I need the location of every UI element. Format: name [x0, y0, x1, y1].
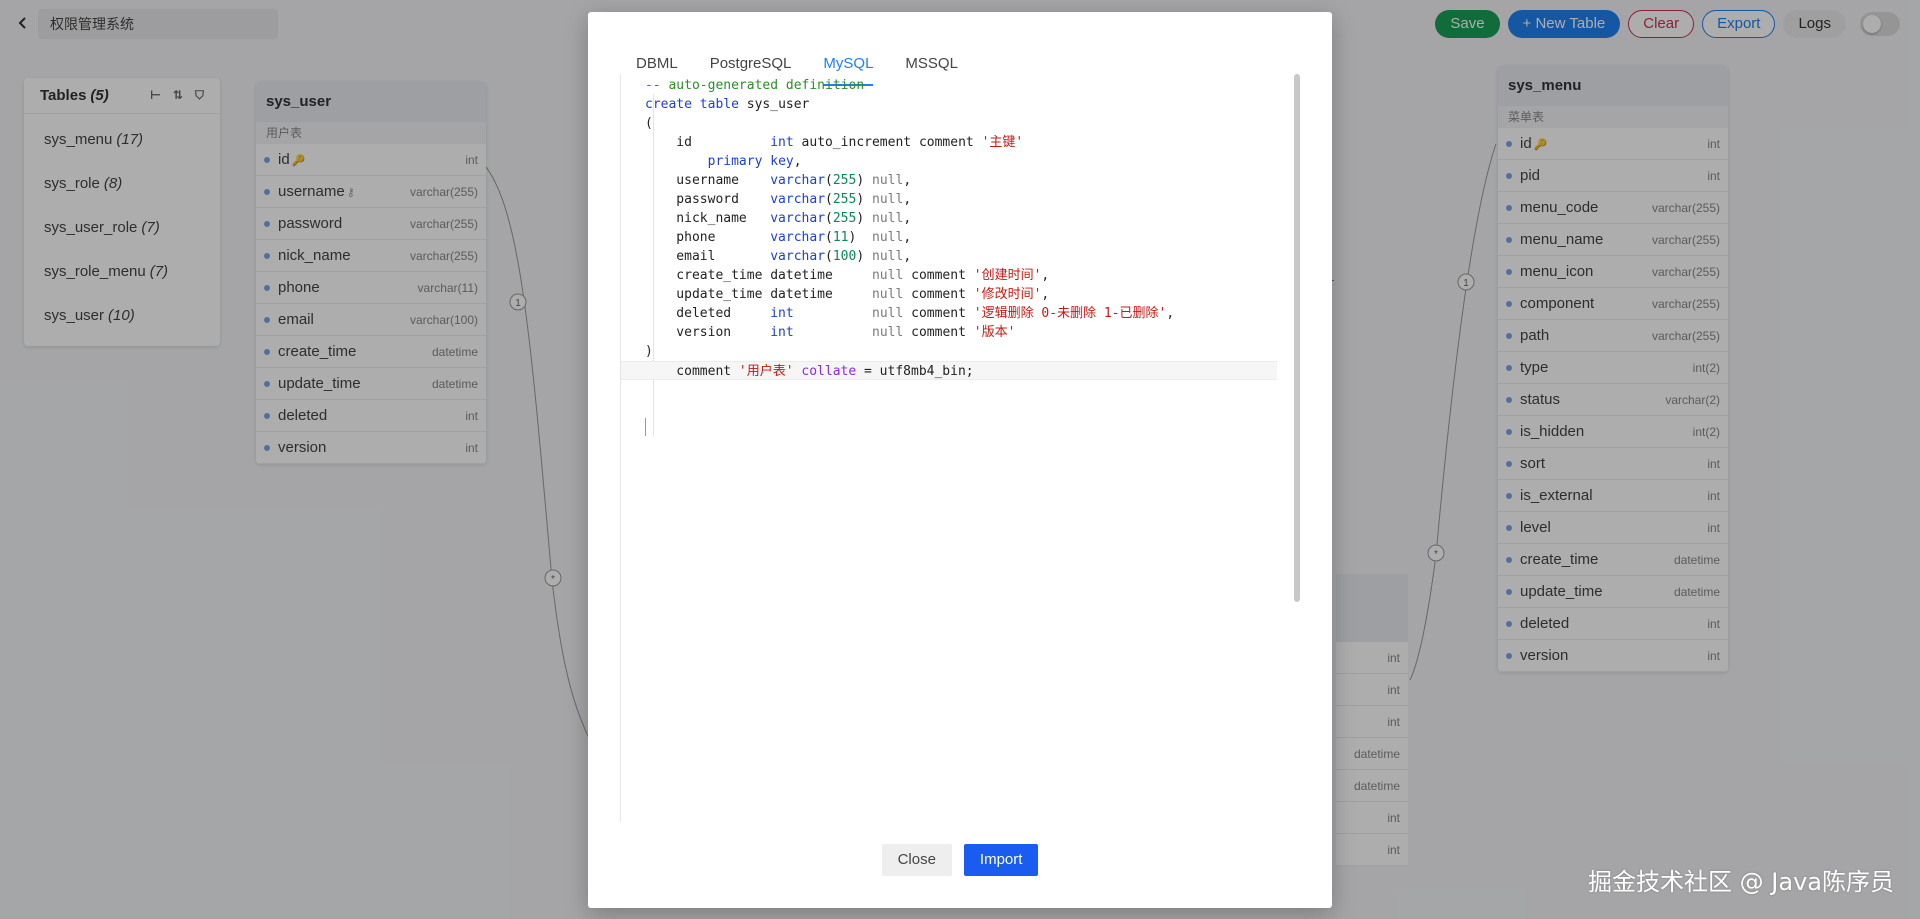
close-button[interactable]: Close	[881, 844, 952, 876]
code-line[interactable]: deleted int null comment '逻辑删除 0-未删除 1-已…	[645, 304, 1277, 323]
code-line[interactable]: comment '用户表' collate = utf8mb4_bin;	[621, 361, 1277, 380]
code-line[interactable]: create table sys_user	[645, 95, 1277, 114]
editor-scrollbar[interactable]	[1294, 74, 1300, 602]
code-line[interactable]: phone varchar(11) null,	[645, 228, 1277, 247]
code-line[interactable]: nick_name varchar(255) null,	[645, 209, 1277, 228]
export-modal: DBML PostgreSQL MySQL MSSQL -- auto-gene…	[588, 12, 1332, 908]
code-line[interactable]: )	[645, 342, 1277, 361]
code-line[interactable]: username varchar(255) null,	[645, 171, 1277, 190]
modal-footer: Close Import	[588, 844, 1332, 876]
text-caret	[645, 418, 646, 436]
watermark: 掘金技术社区 @ Java陈序员	[1588, 868, 1894, 896]
code-line[interactable]: version int null comment '版本'	[645, 323, 1277, 342]
code-line[interactable]: (	[645, 114, 1277, 133]
code-line[interactable]: id int auto_increment comment '主键'	[645, 133, 1277, 152]
code-line[interactable]: email varchar(100) null,	[645, 247, 1277, 266]
code-line[interactable]: password varchar(255) null,	[645, 190, 1277, 209]
code-line[interactable]: -- auto-generated definition	[645, 76, 1277, 95]
code-line[interactable]: primary key,	[645, 152, 1277, 171]
code-editor[interactable]: -- auto-generated definition create table…	[620, 74, 1300, 822]
code-content[interactable]: -- auto-generated definition create table…	[621, 76, 1277, 380]
code-line[interactable]: create_time datetime null comment '创建时间'…	[645, 266, 1277, 285]
code-line[interactable]: update_time datetime null comment '修改时间'…	[645, 285, 1277, 304]
import-button[interactable]: Import	[963, 844, 1039, 876]
